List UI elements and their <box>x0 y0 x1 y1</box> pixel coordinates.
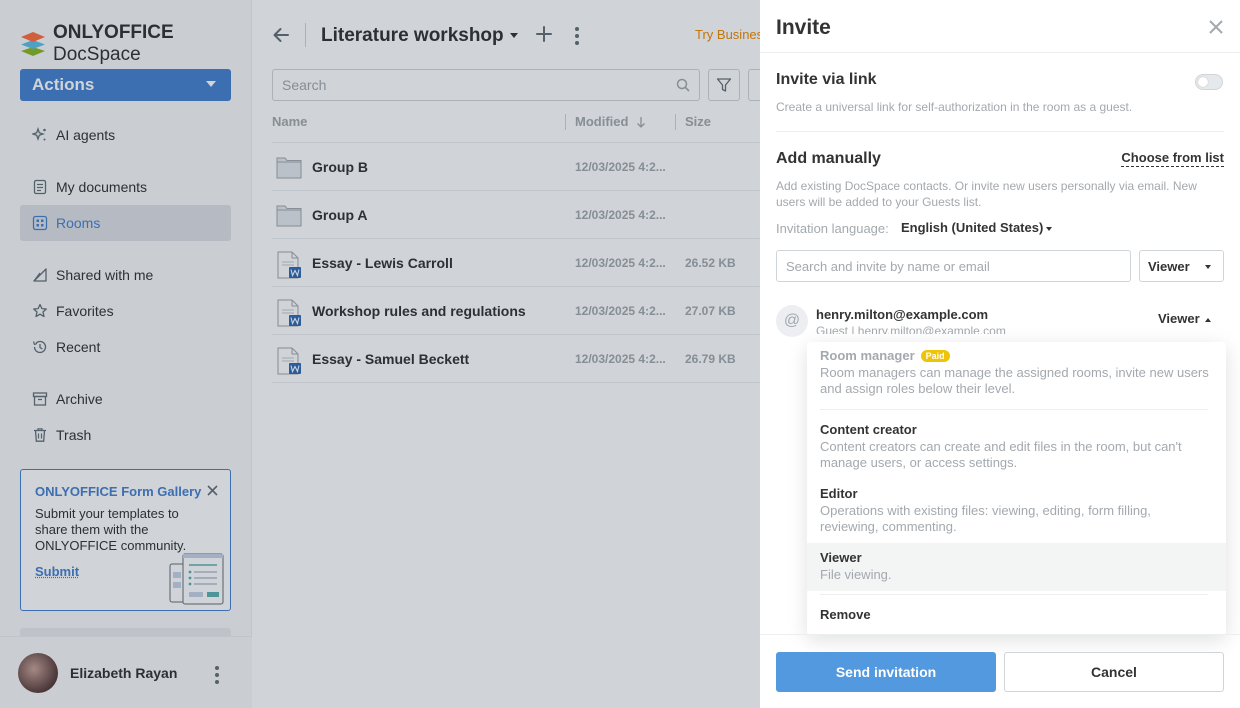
add-manually-desc: Add existing DocSpace contacts. Or invit… <box>776 179 1197 209</box>
role-option-remove[interactable]: Remove <box>807 607 1226 622</box>
dropdown-divider <box>820 409 1208 410</box>
role-option-content-creator[interactable]: Content creator Content creators can cre… <box>807 422 1226 471</box>
role-option-desc: File viewing. <box>820 567 892 582</box>
role-option-desc: Content creators can create and edit fil… <box>820 439 1182 470</box>
default-role-select[interactable]: Viewer <box>1139 250 1224 282</box>
choose-from-list-link[interactable]: Choose from list <box>1121 150 1224 167</box>
invite-via-link-toggle[interactable] <box>1195 74 1223 90</box>
role-dropdown-menu: Room manager Paid Room managers can manag… <box>807 342 1226 635</box>
invite-via-link-title: Invite via link <box>776 71 877 88</box>
send-invitation-button[interactable]: Send invitation <box>776 652 996 692</box>
invite-search-input[interactable]: Search and invite by name or email <box>776 250 1131 282</box>
chevron-down-icon[interactable] <box>1046 227 1052 231</box>
role-option-title: Editor <box>820 486 858 501</box>
invitee-email: henry.milton@example.com <box>816 307 989 322</box>
footer-divider <box>760 634 1240 635</box>
role-option-desc: Room managers can manage the assigned ro… <box>820 365 1209 396</box>
add-manually-title: Add manually <box>776 150 881 167</box>
role-option-desc: Operations with existing files: viewing,… <box>820 503 1151 534</box>
chevron-up-icon[interactable] <box>1205 318 1211 322</box>
default-role-value: Viewer <box>1148 258 1190 274</box>
invitee-subtitle: Guest | henry.milton@example.com <box>816 324 1006 334</box>
chevron-down-icon <box>1205 265 1211 269</box>
invite-via-link-desc: Create a universal link for self-authori… <box>776 100 1133 114</box>
invitee-role-select[interactable]: Viewer <box>1158 311 1200 326</box>
role-option-viewer[interactable]: Viewer File viewing. <box>807 543 1226 591</box>
close-icon[interactable] <box>1209 20 1223 34</box>
panel-divider <box>760 52 1240 53</box>
invite-panel: Invite Invite via link Create a universa… <box>760 0 1240 708</box>
role-option-title: Remove <box>820 607 871 622</box>
invitation-language-select[interactable]: English (United States) <box>901 220 1043 235</box>
section-divider <box>776 131 1224 132</box>
role-option-room-manager[interactable]: Room manager Paid Room managers can manag… <box>807 348 1226 397</box>
modal-backdrop[interactable] <box>0 0 760 708</box>
role-option-title: Room manager <box>820 348 915 363</box>
invite-title: Invite <box>776 16 831 39</box>
dropdown-divider <box>820 594 1208 595</box>
invite-input-placeholder: Search and invite by name or email <box>786 258 990 274</box>
cancel-button[interactable]: Cancel <box>1004 652 1224 692</box>
paid-badge: Paid <box>920 349 950 362</box>
invitation-language-label: Invitation language: <box>776 221 889 236</box>
role-option-title: Content creator <box>820 422 917 437</box>
role-option-title: Viewer <box>820 550 862 565</box>
role-option-editor[interactable]: Editor Operations with existing files: v… <box>807 486 1226 535</box>
invitee-avatar: @ <box>776 305 808 337</box>
